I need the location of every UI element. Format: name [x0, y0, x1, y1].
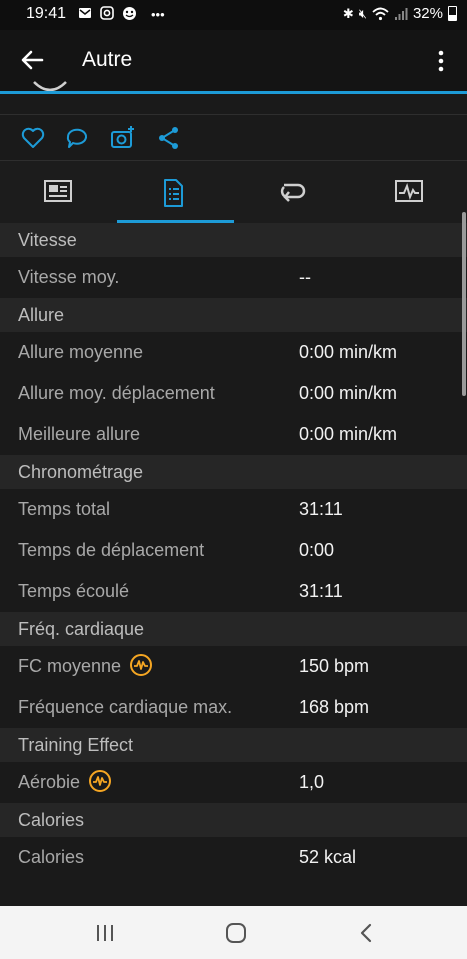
stat-label: Calories	[18, 847, 85, 867]
stat-value: 52 kcal	[299, 847, 357, 867]
stat-label: Temps total	[18, 499, 111, 519]
stat-row: Vitesse moy. --	[0, 257, 467, 298]
stat-value: 0:00	[299, 540, 335, 560]
section-header-training-effect: Training Effect	[0, 728, 467, 762]
stat-label: Temps de déplacement	[18, 540, 205, 560]
back-arrow-icon[interactable]	[18, 45, 48, 75]
tab-bar	[0, 160, 467, 224]
stat-row: FC moyenne 150 bpm	[0, 646, 467, 687]
stat-row: Temps écoulé 31:11	[0, 571, 467, 612]
stat-row: Fréquence cardiaque max. 168 bpm	[0, 687, 467, 728]
stat-row: Calories 52 kcal	[0, 837, 467, 878]
add-photo-icon[interactable]	[110, 125, 136, 151]
stats-list: Vitesse Vitesse moy. -- Allure Allure mo…	[0, 223, 467, 878]
stat-value: 0:00 min/km	[299, 424, 398, 444]
home-icon[interactable]	[223, 920, 249, 946]
scrollbar[interactable]	[462, 212, 466, 396]
section-header-timing: Chronométrage	[0, 455, 467, 489]
status-time: 19:41	[26, 5, 67, 22]
stat-label: Allure moy. déplacement	[18, 383, 215, 403]
battery-icon	[448, 6, 457, 21]
stat-value: 1,0	[299, 772, 325, 792]
stat-value: 31:11	[299, 499, 343, 519]
stat-row: Allure moy. déplacement 0:00 min/km	[0, 373, 467, 414]
back-icon[interactable]	[354, 920, 380, 946]
signal-icon	[394, 7, 408, 20]
mute-icon: 🔇︎	[358, 6, 367, 21]
tab-charts[interactable]	[351, 161, 467, 223]
recent-apps-icon[interactable]	[92, 920, 118, 946]
system-nav-bar	[0, 906, 467, 959]
training-effect-info-icon[interactable]	[88, 769, 112, 793]
stat-label-text: FC moyenne	[18, 656, 122, 676]
heart-rate-zone-icon[interactable]	[129, 653, 153, 677]
stat-value: 0:00 min/km	[299, 342, 398, 362]
social-actions	[0, 114, 467, 161]
assistant-icon	[123, 7, 136, 20]
tab-stats[interactable]	[117, 161, 234, 223]
bluetooth-icon: ✱	[342, 6, 354, 21]
instagram-icon	[100, 6, 114, 20]
overflow-menu-icon[interactable]	[429, 46, 453, 76]
mail-icon	[79, 8, 91, 18]
charts-icon	[395, 180, 423, 202]
page-title: Autre	[82, 48, 133, 71]
comment-icon[interactable]	[64, 125, 90, 151]
stat-value: 150 bpm	[299, 656, 370, 676]
stat-row: Temps de déplacement 0:00	[0, 530, 467, 571]
status-bar: 19:41 ••• ✱ 🔇︎ 32%	[0, 0, 467, 30]
section-header-heart-rate: Fréq. cardiaque	[0, 612, 467, 646]
stat-label: Fréquence cardiaque max.	[18, 697, 233, 717]
header-accent-line	[0, 91, 467, 94]
summary-icon	[44, 180, 72, 202]
stat-row: Allure moyenne 0:00 min/km	[0, 332, 467, 373]
stat-label: Aérobie	[18, 769, 112, 793]
section-header-pace: Allure	[0, 298, 467, 332]
stat-row: Aérobie 1,0	[0, 762, 467, 803]
more-notifications-icon: •••	[151, 7, 165, 22]
stat-label: Allure moyenne	[18, 342, 144, 362]
tab-summary[interactable]	[0, 161, 117, 223]
stat-value: --	[299, 267, 311, 287]
stat-value: 0:00 min/km	[299, 383, 398, 403]
section-header-speed: Vitesse	[0, 223, 467, 257]
share-icon[interactable]	[156, 125, 182, 151]
stat-row: Meilleure allure 0:00 min/km	[0, 414, 467, 455]
stat-label: FC moyenne	[18, 653, 153, 677]
stat-value: 31:11	[299, 581, 343, 601]
stat-label-text: Aérobie	[18, 772, 81, 792]
tab-laps[interactable]	[234, 161, 351, 223]
stat-label: Vitesse moy.	[18, 267, 120, 287]
wifi-icon	[372, 7, 389, 20]
stat-value: 168 bpm	[299, 697, 370, 717]
laps-icon	[280, 183, 306, 202]
stat-label: Meilleure allure	[18, 424, 141, 444]
like-icon[interactable]	[20, 125, 46, 151]
stats-icon	[164, 179, 183, 207]
stat-label: Temps écoulé	[18, 581, 130, 601]
app-bar: Autre	[0, 30, 467, 92]
section-header-calories: Calories	[0, 803, 467, 837]
battery-label: 32%	[412, 5, 443, 22]
stat-row: Temps total 31:11	[0, 489, 467, 530]
